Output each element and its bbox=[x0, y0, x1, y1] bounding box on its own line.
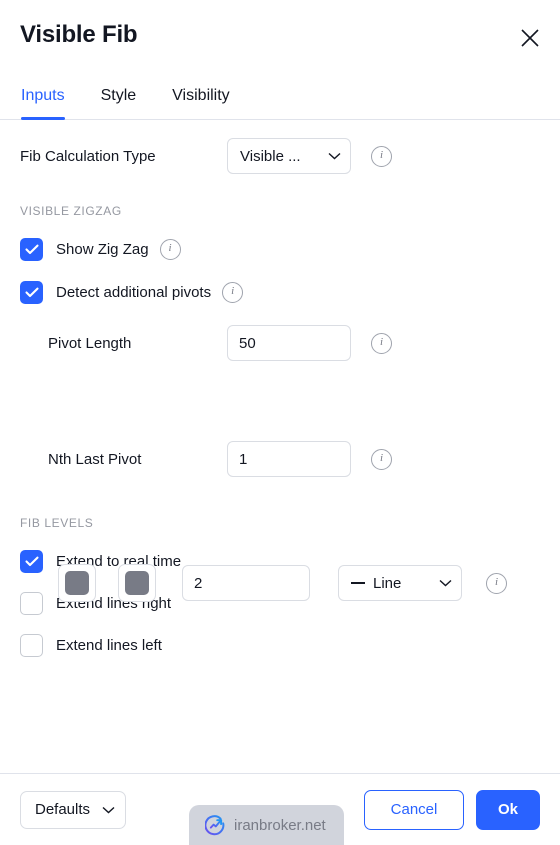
show-zig-zag-checkbox[interactable] bbox=[20, 238, 43, 261]
zigzag-color-swatch-1[interactable] bbox=[58, 564, 96, 602]
pivot-length-input[interactable] bbox=[227, 325, 351, 361]
show-zig-zag-label: Show Zig Zag bbox=[56, 241, 149, 258]
extend-lines-left-label: Extend lines left bbox=[56, 636, 162, 654]
close-icon[interactable] bbox=[516, 24, 544, 52]
show-zig-zag-row: Show Zig Zag i bbox=[20, 228, 540, 271]
zigzag-color-swatch-2[interactable] bbox=[118, 564, 156, 602]
fib-calculation-type-label: Fib Calculation Type bbox=[20, 147, 156, 165]
tab-visibility[interactable]: Visibility bbox=[172, 87, 230, 119]
fib-calculation-type-row: Fib Calculation Type Visible ... i bbox=[20, 130, 540, 182]
fib-calculation-type-info-icon[interactable]: i bbox=[371, 145, 392, 167]
chevron-down-icon bbox=[439, 579, 452, 587]
pivot-length-info-icon[interactable]: i bbox=[371, 332, 392, 354]
watermark-badge: iranbroker.net bbox=[189, 805, 344, 845]
zigzag-line-width-input[interactable] bbox=[182, 565, 310, 601]
defaults-button[interactable]: Defaults bbox=[20, 790, 127, 829]
section-fib-levels-label: Fib Levels bbox=[20, 516, 94, 530]
color-preview bbox=[65, 571, 89, 595]
cancel-button[interactable]: Cancel bbox=[364, 789, 464, 830]
detect-additional-pivots-info-icon[interactable]: i bbox=[222, 282, 244, 303]
fib-calculation-type-value: Visible ... bbox=[240, 147, 301, 165]
inputs-panel: Fib Calculation Type Visible ... i Visib… bbox=[0, 120, 560, 773]
chevron-down-icon bbox=[328, 152, 341, 160]
tab-bar: Inputs Style Visibility bbox=[0, 70, 560, 120]
nth-last-pivot-input[interactable] bbox=[227, 441, 351, 477]
extend-to-real-time-checkbox[interactable] bbox=[20, 549, 43, 573]
pivot-length-row: Pivot Length i bbox=[20, 314, 540, 372]
fib-calculation-type-select[interactable]: Visible ... bbox=[227, 138, 351, 174]
detect-additional-pivots-checkbox[interactable] bbox=[20, 281, 43, 304]
extend-lines-left-row: Extend lines left bbox=[20, 624, 540, 666]
nth-last-pivot-info-icon[interactable]: i bbox=[371, 448, 392, 470]
chart-arrow-logo-icon bbox=[205, 814, 226, 836]
nth-last-pivot-row: Nth Last Pivot i bbox=[20, 430, 540, 488]
tab-style[interactable]: Style bbox=[101, 87, 137, 119]
nth-last-pivot-label: Nth Last Pivot bbox=[48, 450, 142, 468]
extend-lines-right-checkbox[interactable] bbox=[20, 591, 43, 615]
ok-button[interactable]: Ok bbox=[476, 789, 540, 830]
detect-additional-pivots-row: Detect additional pivots i bbox=[20, 271, 540, 314]
zigzag-line-style-info-icon[interactable]: i bbox=[486, 572, 507, 594]
zigzag-line-style-row: Line i bbox=[58, 564, 517, 602]
extend-lines-left-checkbox[interactable] bbox=[20, 633, 43, 657]
defaults-button-label: Defaults bbox=[35, 801, 91, 818]
color-preview bbox=[125, 571, 149, 595]
page-title: Visible Fib bbox=[20, 21, 138, 48]
pivot-length-label: Pivot Length bbox=[48, 334, 132, 352]
dialog-header: Visible Fib bbox=[0, 0, 560, 70]
detect-additional-pivots-label: Detect additional pivots bbox=[56, 284, 212, 301]
show-zig-zag-info-icon[interactable]: i bbox=[159, 239, 181, 260]
section-visible-zigzag-label: Visible ZigZag bbox=[20, 204, 122, 218]
zigzag-line-style-select[interactable]: Line bbox=[338, 565, 462, 601]
zigzag-line-style-value: Line bbox=[373, 574, 402, 592]
chevron-down-icon bbox=[102, 806, 115, 814]
watermark-text: iranbroker.net bbox=[234, 816, 326, 834]
line-dash-icon bbox=[351, 582, 365, 584]
tab-inputs[interactable]: Inputs bbox=[21, 87, 65, 120]
